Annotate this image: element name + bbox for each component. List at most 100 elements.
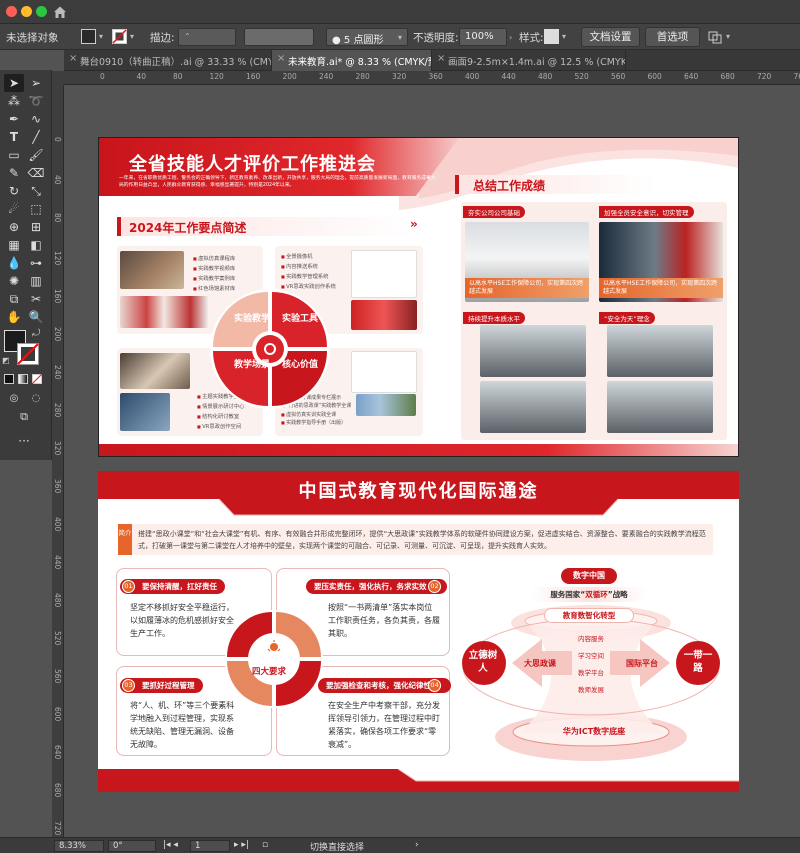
arrow-label-big-civic-course: 大思政课	[524, 659, 556, 668]
zoom-level-field[interactable]: 8.33%	[54, 840, 104, 852]
arrange-documents-icon[interactable]	[708, 30, 722, 44]
preferences-button[interactable]: 首选项	[645, 27, 700, 47]
stroke-swatch[interactable]	[112, 29, 127, 44]
shaper-tool-icon[interactable]: ✎	[4, 164, 24, 182]
artboard-modern-education[interactable]: 中国式教育现代化国际通途 简介 搭建“思政小课堂”和“社会大课堂”有机、有序、有…	[98, 471, 739, 792]
none-mode-icon[interactable]	[32, 374, 42, 384]
photo-station-4	[607, 381, 713, 433]
lasso-tool-icon[interactable]: ➰	[26, 92, 46, 110]
rotate-tool-icon[interactable]: ↻	[4, 182, 24, 200]
ruler-number: 280	[53, 403, 62, 418]
default-fill-stroke-icon[interactable]: ◩	[2, 356, 10, 365]
stroke-color-box[interactable]	[17, 343, 39, 365]
chevron-down-icon[interactable]: ▾	[726, 32, 730, 41]
artboard-tool-icon[interactable]: ⧉	[4, 290, 24, 308]
stroke-label: 描边:	[150, 32, 175, 44]
rectangle-tool-icon[interactable]: ▭	[4, 146, 24, 164]
hand-tool-icon[interactable]: ✋	[4, 308, 24, 326]
blend-tool-icon[interactable]: ⊶	[26, 254, 46, 272]
scale-tool-icon[interactable]: ⤡	[26, 182, 46, 200]
ruler-number: 240	[53, 365, 62, 380]
ruler-origin[interactable]	[52, 71, 64, 85]
graphic-style-swatch[interactable]	[544, 29, 559, 44]
free-transform-tool-icon[interactable]: ⬚	[26, 200, 46, 218]
swap-fill-stroke-icon[interactable]: ⤾	[32, 328, 40, 339]
requirement-body-4: 在安全生产中考察干部，充分发挥领导引领力，在管理过程中盯紧落实，确保各项工作要求…	[328, 701, 440, 749]
column-graph-tool-icon[interactable]: ▥	[26, 272, 46, 290]
first-artboard-icon[interactable]: |◂ ◂	[163, 840, 178, 850]
curvature-tool-icon[interactable]: ∿	[26, 110, 46, 128]
chevron-down-icon[interactable]: ▾	[130, 32, 134, 41]
color-mode-icon[interactable]	[4, 374, 14, 384]
chevron-down-icon[interactable]: ▾	[398, 33, 402, 42]
slice-tool-icon[interactable]: ✂	[26, 290, 46, 308]
photo-book-cover	[351, 351, 417, 393]
screen-mode-icon[interactable]: ⧉	[14, 408, 34, 426]
ruler-number: 120	[53, 251, 62, 266]
status-bar: 8.33% 0° |◂ ◂ 1 ▸ ▸| ▫ 切换直接选择 ›	[0, 837, 800, 853]
direct-selection-tool-icon[interactable]: ➢	[26, 74, 46, 92]
requirement-number-1: 01	[122, 580, 135, 593]
variable-width-profile[interactable]	[244, 28, 314, 46]
intro-text: 搭建“思政小课堂”和“社会大课堂”有机、有序、有效融合并形成完整闭环，提供“大思…	[138, 530, 706, 550]
minimize-window-button[interactable]	[21, 6, 32, 17]
magic-wand-tool-icon[interactable]: ⁂	[4, 92, 24, 110]
next-artboard-icon[interactable]: ▸ ▸|	[234, 840, 249, 850]
document-setup-button[interactable]: 文档设置	[581, 27, 640, 47]
ruler-number: 520	[574, 72, 589, 81]
tag-improve-quality: 持续提升本质水平	[463, 312, 525, 324]
chevron-down-icon[interactable]: ▾	[562, 32, 566, 41]
artboard-skills-evaluation[interactable]: 全省技能人才评价工作推进会 一年来，在省职教优质工程、警务会的正确领导下，新区教…	[98, 137, 739, 457]
tab-future-education[interactable]: × 未来教育.ai* @ 8.33 % (CMYK/预览)	[272, 50, 432, 71]
rotation-field[interactable]: 0°	[108, 840, 156, 852]
tab-screen-9-2[interactable]: × 画面9-2.5m×1.4m.ai @ 12.5 % (CMYK/预览)	[432, 50, 626, 71]
edit-toolbar-icon[interactable]: ···	[14, 432, 34, 450]
gradient-mode-icon[interactable]	[18, 374, 28, 384]
close-icon[interactable]: ×	[277, 53, 285, 64]
artboard-navigator-icon[interactable]: ▫	[262, 840, 268, 850]
brush-definition[interactable]: ● 5 点圆形	[326, 28, 408, 46]
artboard-number-field[interactable]: 1	[190, 840, 230, 852]
zoom-window-button[interactable]	[36, 6, 47, 17]
type-tool-icon[interactable]: T	[4, 128, 24, 146]
ruler-number: 200	[53, 327, 62, 342]
eyedropper-tool-icon[interactable]: 💧	[4, 254, 24, 272]
shape-builder-tool-icon[interactable]: ⊕	[4, 218, 24, 236]
tab-stage-document[interactable]: × 舞台0910（转曲正稿）.ai @ 33.33 % (CMYK/预览)	[64, 50, 272, 71]
fill-swatch[interactable]	[81, 29, 96, 44]
close-icon[interactable]: ×	[69, 53, 77, 64]
ruler-number: 440	[53, 555, 62, 570]
draw-mode-icon[interactable]: ◎	[4, 390, 24, 408]
status-menu-icon[interactable]: ›	[415, 840, 419, 850]
line-tool-icon[interactable]: ╱	[26, 128, 46, 146]
home-icon[interactable]	[52, 4, 68, 20]
zoom-tool-icon[interactable]: 🔍	[26, 308, 46, 326]
mesh-tool-icon[interactable]: ▦	[4, 236, 24, 254]
gradient-tool-icon[interactable]: ◧	[26, 236, 46, 254]
paintbrush-tool-icon[interactable]: 🖌	[26, 146, 46, 164]
warp-tool-icon[interactable]: ☄	[4, 200, 24, 218]
close-icon[interactable]: ×	[437, 53, 445, 64]
symbol-sprayer-tool-icon[interactable]: ✺	[4, 272, 24, 290]
pen-tool-icon[interactable]: ✒	[4, 110, 24, 128]
eraser-tool-icon[interactable]: ⌫	[26, 164, 46, 182]
selection-tool-icon[interactable]: ➤	[4, 74, 24, 92]
chevron-right-icon[interactable]: ›	[509, 33, 512, 42]
ruler-number: 600	[647, 72, 662, 81]
ruler-number: 280	[355, 72, 370, 81]
perspective-grid-tool-icon[interactable]: ⊞	[26, 218, 46, 236]
stroke-weight-field[interactable]: ⌃	[178, 28, 236, 46]
ruler-number: 360	[428, 72, 443, 81]
quadrant-label-experimental-teaching: 实验教学	[234, 314, 271, 324]
draw-inside-icon[interactable]: ◌	[26, 390, 46, 408]
requirement-number-4: 04	[428, 679, 441, 692]
ruler-number: 640	[684, 72, 699, 81]
ruler-number: 320	[53, 441, 62, 456]
vertical-ruler[interactable]: 0 40 80 120 160 200 240 280 320 360 400 440 480 520 56…	[52, 85, 64, 837]
chevron-down-icon[interactable]: ▾	[99, 32, 103, 41]
close-window-button[interactable]	[6, 6, 17, 17]
horizontal-ruler[interactable]: 0 40 80 120 160 200 240 280 320 360 400 440 480 520 56…	[64, 71, 800, 85]
opacity-field[interactable]: 100%	[459, 28, 507, 46]
requirement-number-2: 02	[428, 580, 441, 593]
tag-company-foundation: 夯实公司公司基础	[463, 206, 525, 218]
